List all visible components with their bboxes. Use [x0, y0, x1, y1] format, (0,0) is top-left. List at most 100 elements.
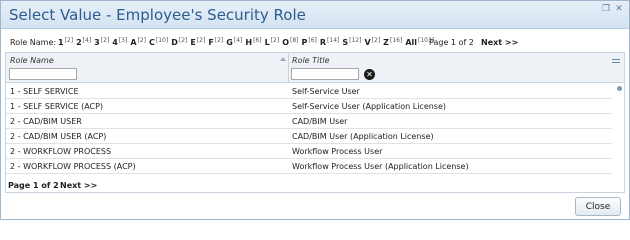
letter-filter-letter: Z: [383, 38, 389, 47]
close-icon[interactable]: ✕: [614, 4, 624, 14]
column-header-role-title[interactable]: Role Title: [292, 56, 330, 65]
letter-filter-count: [8]: [290, 37, 299, 44]
letter-filter-count: [16]: [389, 37, 403, 44]
grid-rows: 1 - SELF SERVICE Self-Service User 1 - SEL…: [6, 84, 612, 174]
role-title-cell: CAD/BIM User: [292, 117, 348, 126]
letter-filter-link[interactable]: F[2]: [208, 37, 224, 47]
letter-filter-count: [2]: [371, 37, 381, 44]
next-page-link-bottom[interactable]: Next >>: [60, 181, 97, 190]
column-menu-icon[interactable]: [612, 59, 620, 63]
grid-footer-pager: Page 1 of 2 Next >>: [6, 180, 624, 192]
letter-filter-link[interactable]: R[14]: [319, 37, 340, 47]
letter-filter-link[interactable]: 4[3]: [112, 37, 128, 47]
letter-filter-link[interactable]: 3[2]: [94, 37, 110, 47]
letter-filter-letter: P: [301, 38, 308, 47]
table-row[interactable]: 1 - SELF SERVICE (ACP) Self-Service User …: [6, 99, 612, 114]
letter-filter-link[interactable]: O[8]: [282, 37, 299, 47]
close-button[interactable]: Close: [575, 197, 621, 216]
role-title-cell: Workflow Process User: [292, 147, 383, 156]
role-name-cell: 1 - SELF SERVICE: [10, 87, 79, 96]
letter-filter-count: [14]: [327, 37, 340, 44]
column-header-role-name[interactable]: Role Name: [10, 56, 54, 65]
letter-filter-letter: S: [342, 38, 349, 47]
role-name-filter-input[interactable]: [9, 68, 77, 80]
letter-filter-link[interactable]: 1[2]: [58, 37, 74, 47]
vertical-scrollbar[interactable]: [614, 84, 624, 179]
letter-filter-link[interactable]: E[2]: [190, 37, 206, 47]
letter-filter-letter: All: [405, 38, 417, 47]
letter-filter-count: [10]: [155, 37, 169, 44]
letter-filter-letter: H: [245, 38, 253, 47]
letter-filter-link[interactable]: P[6]: [301, 37, 317, 47]
scroll-thumb[interactable]: [617, 86, 622, 91]
letter-filter-count: [2]: [270, 37, 280, 44]
table-row[interactable]: 2 - WORKFLOW PROCESS Workflow Process Use…: [6, 144, 612, 159]
page-info-top: Page 1 of 2: [429, 38, 474, 47]
role-name-cell: 2 - WORKFLOW PROCESS: [10, 147, 112, 156]
letter-filter-link[interactable]: H[6]: [245, 37, 262, 47]
title-bar: Select Value - Employee's Security Role …: [1, 1, 629, 29]
role-name-cell: 2 - WORKFLOW PROCESS (ACP): [10, 162, 136, 171]
letter-filter-link[interactable]: G[4]: [226, 37, 243, 47]
dialog-title: Select Value - Employee's Security Role: [9, 6, 306, 24]
letter-filter-letter: G: [226, 38, 233, 47]
role-name-filter-label: Role Name:: [10, 38, 57, 47]
clear-filter-icon[interactable]: ✕: [364, 69, 375, 80]
table-row[interactable]: 2 - CAD/BIM USER CAD/BIM User: [6, 114, 612, 129]
letter-filter-letter: F: [208, 38, 214, 47]
table-row[interactable]: 2 - WORKFLOW PROCESS (ACP) Workflow Proce…: [6, 159, 612, 174]
letter-filter-bar: Role Name: 1[2] 2[4] 3[2] 4[3] A[2] C[10] D[2]…: [5, 35, 625, 51]
page-info-bottom: Page 1 of 2: [8, 181, 59, 190]
letter-filter-count: [6]: [308, 37, 317, 44]
letter-filter-letter: 4: [112, 38, 118, 47]
letter-filter-letter: 2: [76, 38, 82, 47]
next-page-link-top[interactable]: Next >>: [481, 38, 518, 47]
grid-header: Role Name Role Title ✕: [6, 53, 624, 83]
letter-filter-count: [2]: [178, 37, 188, 44]
letter-filter-link[interactable]: 2[4]: [76, 37, 92, 47]
letter-filter-count: [4]: [233, 37, 243, 44]
letter-filter-letter: E: [190, 38, 196, 47]
role-title-filter-input[interactable]: [291, 68, 359, 80]
table-row[interactable]: 1 - SELF SERVICE Self-Service User: [6, 84, 612, 99]
role-name-cell: 2 - CAD/BIM USER (ACP): [10, 132, 107, 141]
select-value-dialog: Select Value - Employee's Security Role …: [0, 0, 630, 220]
letter-filter-letter: V: [364, 38, 371, 47]
letter-filter-link[interactable]: L[2]: [264, 37, 280, 47]
letter-filter-letter: C: [149, 38, 155, 47]
letter-filter-count: [12]: [349, 37, 362, 44]
role-grid: Role Name Role Title ✕ 1 - SELF SERVICE S…: [5, 52, 625, 193]
letter-filter-count: [2]: [100, 37, 110, 44]
sort-ascending-icon[interactable]: [280, 57, 286, 61]
letter-filter-letter: 1: [58, 38, 64, 47]
letter-filter-links: 1[2] 2[4] 3[2] 4[3] A[2] C[10] D[2] E[2] F[2] G[4…: [58, 37, 437, 47]
letter-filter-count: [6]: [253, 37, 262, 44]
letter-filter-letter: L: [264, 38, 270, 47]
letter-filter-count: [2]: [64, 37, 74, 44]
table-row[interactable]: 2 - CAD/BIM USER (ACP) CAD/BIM User (Appl…: [6, 129, 612, 144]
role-title-cell: Self-Service User (Application License): [292, 102, 447, 111]
letter-filter-link[interactable]: S[12]: [342, 37, 362, 47]
letter-filter-count: [2]: [137, 37, 147, 44]
letter-filter-link[interactable]: Z[16]: [383, 37, 403, 47]
letter-filter-link[interactable]: C[10]: [149, 37, 169, 47]
role-title-cell: CAD/BIM User (Application License): [292, 132, 434, 141]
column-divider: [288, 53, 289, 83]
letter-filter-link[interactable]: D[2]: [171, 37, 188, 47]
letter-filter-letter: O: [282, 38, 289, 47]
letter-filter-letter: R: [319, 38, 327, 47]
letter-filter-link[interactable]: V[2]: [364, 37, 381, 47]
letter-filter-count: [3]: [118, 37, 128, 44]
letter-filter-count: [4]: [82, 37, 92, 44]
letter-filter-letter: 3: [94, 38, 100, 47]
role-name-cell: 2 - CAD/BIM USER: [10, 117, 82, 126]
letter-filter-count: [2]: [214, 37, 224, 44]
letter-filter-letter: D: [171, 38, 178, 47]
role-name-cell: 1 - SELF SERVICE (ACP): [10, 102, 104, 111]
letter-filter-link[interactable]: A[2]: [130, 37, 147, 47]
role-title-cell: Workflow Process User (Application Licen…: [292, 162, 469, 171]
role-title-cell: Self-Service User: [292, 87, 360, 96]
letter-filter-letter: A: [130, 38, 137, 47]
restore-icon[interactable]: ❐: [601, 4, 611, 14]
letter-filter-count: [2]: [196, 37, 206, 44]
